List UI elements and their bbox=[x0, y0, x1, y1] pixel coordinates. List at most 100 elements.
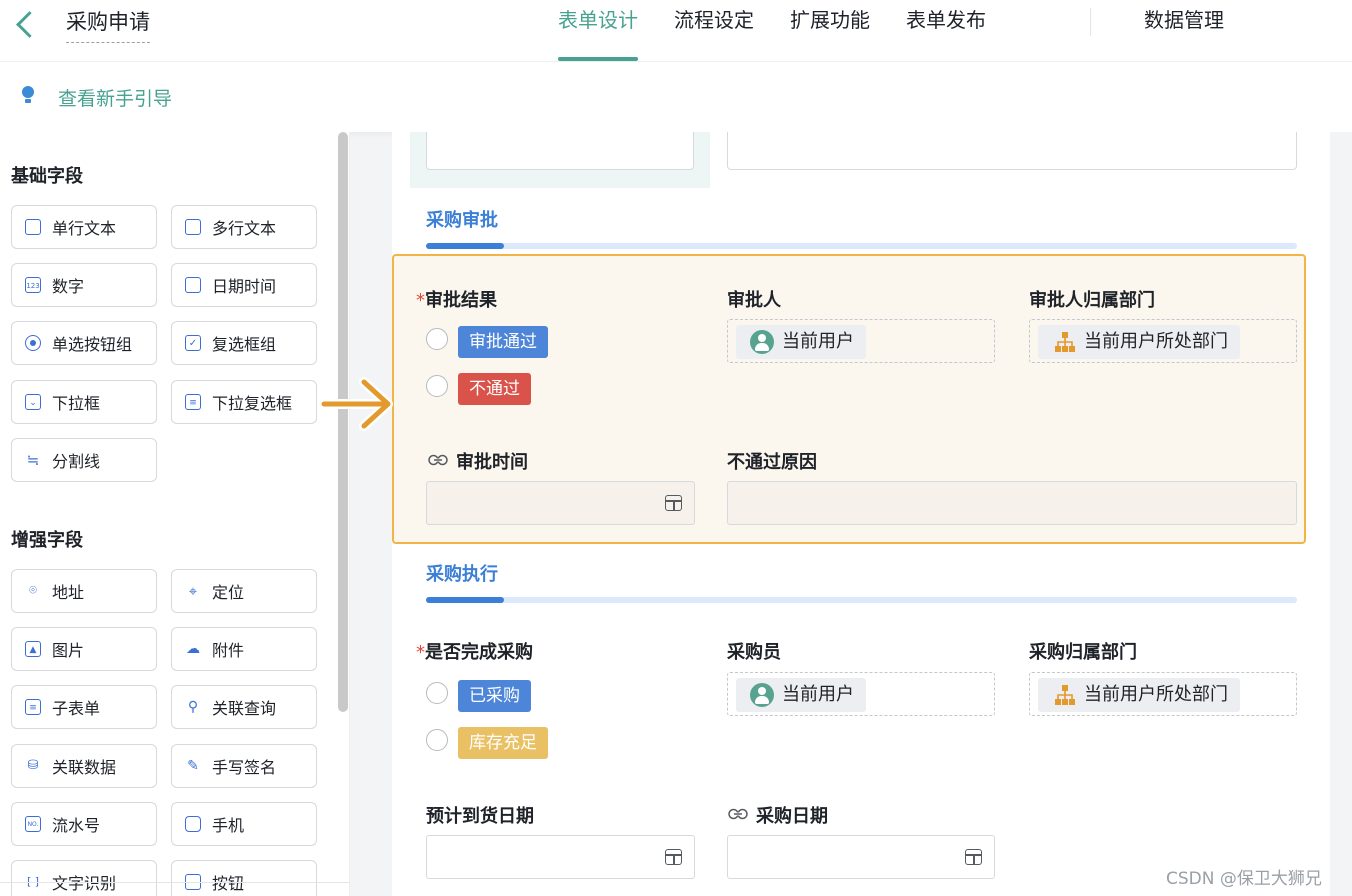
purchase-dept-label: 采购归属部门 bbox=[1029, 642, 1137, 663]
radio-purchased[interactable] bbox=[426, 682, 448, 704]
section-divider bbox=[426, 597, 1297, 603]
number-icon: 123 bbox=[25, 277, 41, 293]
map-pin-icon: ⌾ bbox=[29, 583, 37, 598]
option-rejected-tag: 不通过 bbox=[458, 373, 531, 405]
purchase-date-label: 采购日期 bbox=[756, 806, 828, 827]
back-arrow-icon[interactable] bbox=[14, 10, 38, 40]
related-data-icon: ⛁ bbox=[27, 758, 39, 773]
text-field-icon bbox=[25, 219, 41, 235]
purchase-dept-field[interactable]: 当前用户所处部门 bbox=[1029, 672, 1297, 716]
previous-textarea[interactable] bbox=[727, 132, 1297, 170]
approver-field[interactable]: 当前用户 bbox=[727, 319, 995, 363]
current-user-chip: 当前用户 bbox=[736, 678, 866, 712]
field-related-data[interactable]: ⛁ 关联数据 bbox=[11, 744, 157, 788]
tab-flow-settings[interactable]: 流程设定 bbox=[656, 0, 772, 62]
search-link-icon: ⚲ bbox=[187, 699, 199, 715]
calendar-icon[interactable] bbox=[665, 849, 682, 865]
checkbox-icon: ✓ bbox=[185, 335, 201, 351]
field-multi-line-text[interactable]: 多行文本 bbox=[171, 205, 317, 249]
approver-dept-label: 审批人归属部门 bbox=[1029, 290, 1155, 311]
field-palette: 基础字段 单行文本 多行文本 123 数字 日期时间 单选按钮组 ✓ 复选框组 ⌄ 下… bbox=[0, 132, 350, 896]
pen-icon: ✎ bbox=[187, 758, 199, 774]
serial-number-icon: NO. bbox=[25, 816, 41, 832]
eta-date-input[interactable] bbox=[426, 835, 695, 879]
radio-icon bbox=[25, 335, 41, 351]
lightbulb-icon bbox=[20, 86, 36, 108]
field-related-query[interactable]: ⚲ 关联查询 bbox=[171, 685, 317, 729]
current-dept-chip: 当前用户所处部门 bbox=[1038, 325, 1240, 359]
textarea-icon bbox=[185, 219, 201, 235]
field-address[interactable]: ⌾ 地址 bbox=[11, 569, 157, 613]
approval-result-label: *审批结果 bbox=[416, 290, 497, 311]
calendar-icon bbox=[185, 277, 201, 293]
app-title[interactable]: 采购申请 bbox=[66, 6, 150, 43]
approval-time-label: 审批时间 bbox=[456, 452, 528, 473]
approver-dept-field[interactable]: 当前用户所处部门 bbox=[1029, 319, 1297, 363]
main-nav: 表单设计 流程设定 扩展功能 表单发布 bbox=[540, 0, 1004, 62]
enhanced-fields-title: 增强字段 bbox=[11, 530, 83, 551]
divider-icon: ≒ bbox=[26, 451, 40, 469]
eta-date-label: 预计到货日期 bbox=[426, 806, 534, 827]
field-radio-group[interactable]: 单选按钮组 bbox=[11, 321, 157, 365]
selected-field-group[interactable]: *审批结果 审批通过 不通过 审批人 当前用户 审批人归属部门 当前用户所处部门… bbox=[392, 254, 1306, 544]
mobile-phone-icon bbox=[185, 816, 201, 832]
field-single-line-text[interactable]: 单行文本 bbox=[11, 205, 157, 249]
upload-cloud-icon: ☁ bbox=[186, 641, 200, 657]
field-dropdown-multi[interactable]: ≡ 下拉复选框 bbox=[171, 380, 317, 424]
field-image[interactable]: ▲ 图片 bbox=[11, 627, 157, 671]
field-serial-number[interactable]: NO. 流水号 bbox=[11, 802, 157, 846]
dropdown-icon: ⌄ bbox=[25, 394, 41, 410]
current-user-chip: 当前用户 bbox=[736, 325, 866, 359]
tab-form-design[interactable]: 表单设计 bbox=[540, 0, 656, 62]
reject-reason-input[interactable] bbox=[727, 481, 1297, 525]
calendar-icon[interactable] bbox=[665, 495, 682, 511]
reject-reason-label: 不通过原因 bbox=[727, 452, 817, 473]
field-attachment[interactable]: ☁ 附件 bbox=[171, 627, 317, 671]
option-approved-tag: 审批通过 bbox=[458, 326, 548, 358]
field-divider[interactable]: ≒ 分割线 bbox=[11, 438, 157, 482]
field-signature[interactable]: ✎ 手写签名 bbox=[171, 744, 317, 788]
field-mobile[interactable]: 手机 bbox=[171, 802, 317, 846]
field-checkbox-group[interactable]: ✓ 复选框组 bbox=[171, 321, 317, 365]
org-chart-icon bbox=[1055, 332, 1075, 352]
subform-icon: ≡ bbox=[25, 699, 41, 715]
tab-data-management[interactable]: 数据管理 bbox=[1144, 0, 1224, 40]
radio-in-stock[interactable] bbox=[426, 729, 448, 751]
field-datetime[interactable]: 日期时间 bbox=[171, 263, 317, 307]
buyer-field[interactable]: 当前用户 bbox=[727, 672, 995, 716]
guide-bar: 查看新手引导 bbox=[0, 62, 1352, 132]
tab-extensions[interactable]: 扩展功能 bbox=[772, 0, 888, 62]
watermark: CSDN @保卫大狮兄 bbox=[1166, 869, 1322, 889]
approval-time-input[interactable] bbox=[426, 481, 695, 525]
panel-bottom-divider bbox=[0, 882, 349, 883]
user-avatar-icon bbox=[750, 330, 774, 354]
field-location[interactable]: ⌖ 定位 bbox=[171, 569, 317, 613]
purchase-date-input[interactable] bbox=[727, 835, 995, 879]
calendar-icon[interactable] bbox=[965, 849, 982, 865]
section-title-approval: 采购审批 bbox=[426, 210, 498, 231]
field-subform[interactable]: ≡ 子表单 bbox=[11, 685, 157, 729]
previous-input[interactable] bbox=[426, 132, 694, 170]
field-dropdown[interactable]: ⌄ 下拉框 bbox=[11, 380, 157, 424]
section-title-execution: 采购执行 bbox=[426, 564, 498, 585]
field-number[interactable]: 123 数字 bbox=[11, 263, 157, 307]
top-header: 采购申请 表单设计 流程设定 扩展功能 表单发布 数据管理 bbox=[0, 0, 1352, 62]
canvas-right-margin bbox=[1330, 132, 1352, 896]
link-icon bbox=[428, 454, 448, 466]
crosshair-icon: ⌖ bbox=[188, 582, 198, 600]
org-chart-icon bbox=[1055, 685, 1075, 705]
pointer-arrow-icon bbox=[320, 377, 393, 431]
field-button[interactable]: 按钮 bbox=[171, 860, 317, 896]
link-icon bbox=[728, 808, 748, 820]
user-avatar-icon bbox=[750, 683, 774, 707]
current-dept-chip: 当前用户所处部门 bbox=[1038, 678, 1240, 712]
option-purchased-tag: 已采购 bbox=[458, 680, 531, 712]
radio-approved[interactable] bbox=[426, 328, 448, 350]
tab-form-publish[interactable]: 表单发布 bbox=[888, 0, 1004, 62]
radio-rejected[interactable] bbox=[426, 375, 448, 397]
field-ocr[interactable]: [ ] 文字识别 bbox=[11, 860, 157, 896]
section-divider bbox=[426, 243, 1297, 249]
image-icon: ▲ bbox=[25, 641, 41, 657]
guide-link[interactable]: 查看新手引导 bbox=[58, 84, 172, 111]
form-canvas: 采购审批 *审批结果 审批通过 不通过 审批人 当前用户 审批人归属部门 当前用… bbox=[392, 132, 1330, 896]
